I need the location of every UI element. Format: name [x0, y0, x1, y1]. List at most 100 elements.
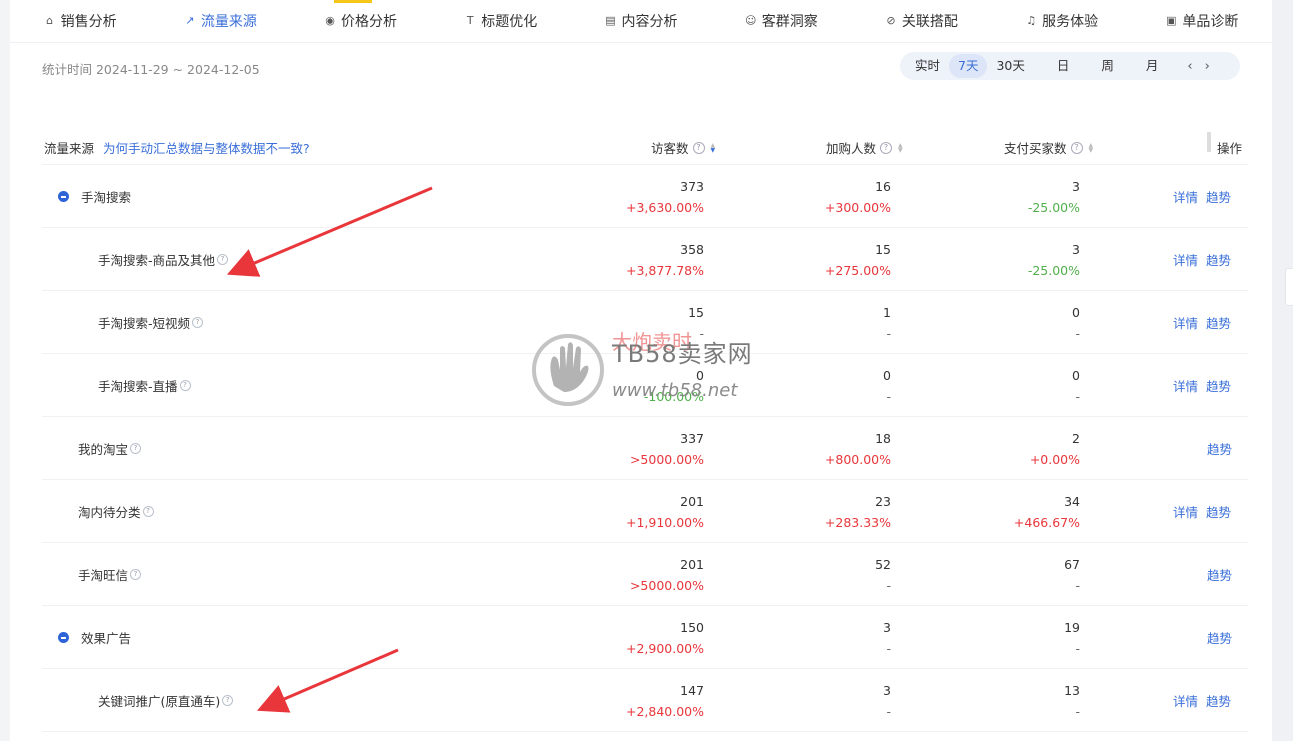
table-row: 我的淘宝? 337 >5000.00% 18 +800.00% 2 +0.00% 趋势 — [42, 417, 1248, 480]
cell-change-pct: >5000.00% — [629, 452, 704, 467]
row-actions: 详情 趋势 — [1173, 691, 1231, 710]
table-row: 关键词推广(原直通车)? 147 +2,840.00% 3-13- 详情 趋势 — [42, 669, 1248, 732]
table-row: 淘内待分类? 201 +1,910.00% 23 +283.33% 34 +466.67% 详… — [42, 480, 1248, 543]
tab-9[interactable]: ▣ 单品诊断 — [1132, 0, 1272, 42]
detail-link[interactable]: 详情 — [1173, 187, 1198, 206]
headset-icon: ♫ — [1026, 14, 1037, 27]
help-icon[interactable]: ? — [222, 695, 234, 706]
cell-visitors: 337 >5000.00% — [584, 417, 704, 479]
cell-value: 3 — [1072, 242, 1080, 257]
header-cart[interactable]: 加购人数 ? ▲ ▼ — [826, 138, 903, 157]
tab-7[interactable]: ⊘ 关联搭配 — [851, 0, 991, 42]
tab-label: 标题优化 — [481, 14, 538, 30]
detail-link[interactable]: 详情 — [1173, 502, 1198, 521]
trend-link[interactable]: 趋势 — [1207, 565, 1232, 584]
cell-change-pct: +283.33% — [824, 515, 891, 530]
detail-link[interactable]: 详情 — [1173, 313, 1198, 332]
detail-link[interactable]: 详情 — [1173, 376, 1198, 395]
cell-value: 201 — [680, 557, 704, 572]
table-row: 手淘旺信? 201 >5000.00% 52 - 67 - 趋势 — [42, 543, 1248, 606]
row-source-name: 手淘搜索 — [58, 187, 131, 206]
detail-link[interactable]: 详情 — [1173, 250, 1198, 269]
cell-value: 0 — [1072, 368, 1080, 383]
cell-cart: 18 +800.00% — [771, 417, 891, 479]
help-icon[interactable]: ? — [142, 506, 154, 517]
trend-link[interactable]: 趋势 — [1206, 376, 1231, 395]
row-source-label: 效果广告 — [81, 631, 132, 646]
trend-link[interactable]: 趋势 — [1206, 502, 1231, 521]
side-collapse-handle[interactable] — [1285, 268, 1293, 306]
chevron-left-icon[interactable]: ‹ — [1181, 59, 1198, 74]
help-icon[interactable]: ? — [1070, 141, 1083, 154]
cell-change-pct: - — [699, 326, 704, 341]
cell-change-pct: - — [1075, 389, 1080, 404]
tab-label: 客群洞察 — [761, 14, 818, 30]
table-row: 手淘搜索-商品及其他? 358 +3,877.78% 15 +275.00% 3 -25.0… — [42, 228, 1248, 291]
help-icon[interactable]: ? — [692, 141, 705, 154]
cell-change-pct: +466.67% — [1013, 515, 1080, 530]
table-header: 流量来源 为何手动汇总数据与整体数据不一致? 访客数 ? ▲ ▼ 加购人数 ? ▲… — [42, 128, 1248, 165]
header-buyers[interactable]: 支付买家数 ? ▲ ▼ — [1004, 138, 1093, 157]
trend-link[interactable]: 趋势 — [1206, 313, 1231, 332]
cell-change-pct: +1,910.00% — [625, 515, 704, 530]
data-mismatch-help-link[interactable]: 为何手动汇总数据与整体数据不一致? — [103, 138, 310, 157]
sort-desc-icon[interactable]: ▲ ▼ — [711, 142, 716, 153]
period-option[interactable]: 实时 — [906, 54, 949, 78]
help-icon[interactable]: ? — [130, 569, 142, 580]
trend-link[interactable]: 趋势 — [1206, 691, 1231, 710]
cell-cart: 3- — [771, 669, 891, 731]
tab-2[interactable]: ↗ 流量来源 — [150, 0, 290, 42]
price-tag-icon: ◉ — [325, 14, 335, 27]
page-gutter — [1272, 0, 1293, 741]
sort-icon[interactable]: ▲ ▼ — [898, 142, 903, 153]
cell-change-pct: +2,900.00% — [625, 641, 704, 656]
period-option[interactable]: 30天 — [987, 54, 1033, 78]
tab-5[interactable]: ▤ 内容分析 — [571, 0, 711, 42]
period-option[interactable]: 7天 — [949, 54, 988, 78]
tab-1[interactable]: ⌂ 销售分析 — [10, 0, 150, 42]
cell-value: 23 — [875, 494, 891, 509]
cell-buyers: 3 -25.00% — [960, 228, 1080, 290]
title-icon: T — [466, 14, 474, 27]
cell-value: 52 — [875, 557, 891, 572]
tab-8[interactable]: ♫ 服务体验 — [992, 0, 1132, 42]
help-icon[interactable]: ? — [130, 443, 142, 454]
tab-label: 价格分析 — [341, 14, 398, 30]
header-visitors[interactable]: 访客数 ? ▲ ▼ — [651, 138, 715, 157]
cell-value: 15 — [875, 242, 891, 257]
tab-label: 单品诊断 — [1182, 14, 1239, 30]
period-option[interactable]: 月 — [1137, 54, 1168, 78]
tab-6[interactable]: ☺ 客群洞察 — [711, 0, 851, 42]
cell-change-pct: - — [1075, 704, 1080, 719]
tab-4[interactable]: T 标题优化 — [431, 0, 571, 42]
cell-value: 3 — [883, 683, 891, 698]
help-icon[interactable]: ? — [880, 141, 893, 154]
help-icon[interactable]: ? — [192, 317, 204, 328]
help-icon[interactable]: ? — [217, 254, 229, 265]
trend-link[interactable]: 趋势 — [1206, 187, 1231, 206]
detail-link[interactable]: 详情 — [1173, 691, 1198, 710]
period-option[interactable]: 日 — [1048, 54, 1079, 78]
cell-buyers: 3 -25.00% — [960, 165, 1080, 227]
collapse-icon[interactable] — [58, 632, 69, 643]
cell-change-pct: +3,877.78% — [625, 263, 704, 278]
cell-change-pct: -25.00% — [1027, 200, 1080, 215]
cell-value: 13 — [1064, 683, 1080, 698]
trend-link[interactable]: 趋势 — [1206, 250, 1231, 269]
cell-value: 15 — [688, 305, 704, 320]
cell-change-pct: +300.00% — [824, 200, 891, 215]
cell-buyers: 19 - — [960, 606, 1080, 668]
row-source-label: 关键词推广(原直通车) — [98, 694, 221, 709]
collapse-icon[interactable] — [58, 191, 69, 202]
chevron-right-icon[interactable]: › — [1199, 59, 1216, 74]
trend-link[interactable]: 趋势 — [1207, 628, 1232, 647]
tab-3[interactable]: ◉ 价格分析 — [290, 0, 430, 42]
trend-link[interactable]: 趋势 — [1207, 439, 1232, 458]
cell-visitors: 201 >5000.00% — [584, 543, 704, 605]
sort-icon[interactable]: ▲ ▼ — [1089, 142, 1094, 153]
cell-value: 18 — [875, 431, 891, 446]
cell-visitors: 0 -100.00% — [584, 354, 704, 416]
period-option[interactable]: 周 — [1092, 54, 1123, 78]
help-icon[interactable]: ? — [179, 380, 191, 391]
document-icon: ▤ — [605, 14, 616, 27]
